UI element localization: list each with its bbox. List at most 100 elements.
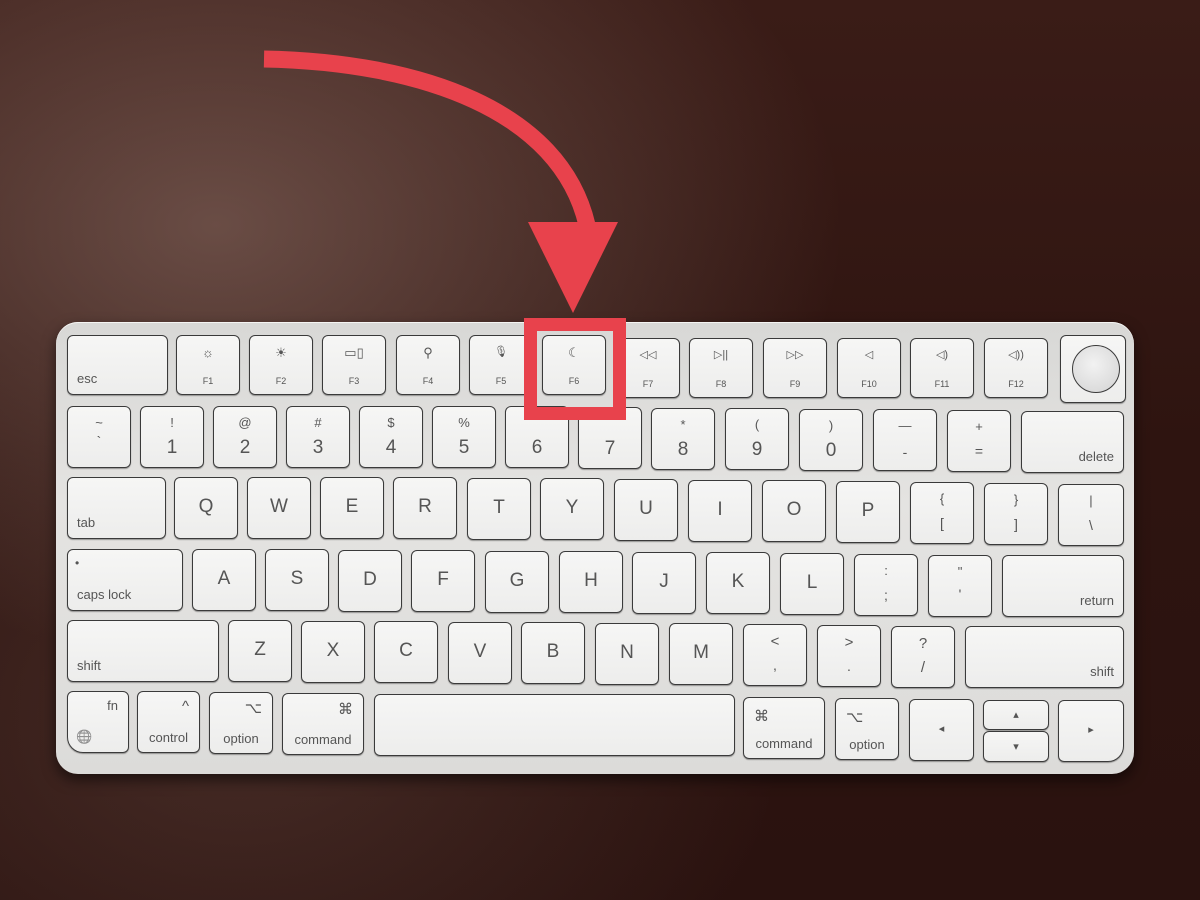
key-esc[interactable]: esc (67, 335, 168, 395)
key-o[interactable]: O (762, 480, 826, 542)
key-equals[interactable]: + = (947, 410, 1011, 472)
key-shift-left[interactable]: shift (67, 620, 219, 682)
fast-forward-icon: ▷▷ (786, 349, 804, 361)
key-j[interactable]: J (632, 552, 696, 614)
moon-icon: ☾ (568, 345, 580, 360)
key-label: F9 (789, 379, 801, 389)
globe-icon: 🌐 (76, 729, 93, 744)
key-delete[interactable]: delete (1021, 411, 1124, 473)
key-i[interactable]: I (688, 480, 752, 542)
key-char: [ (940, 515, 944, 531)
key-shift-char: < (770, 633, 780, 650)
key-3[interactable]: # 3 (286, 406, 350, 468)
key-arrow-down[interactable]: ▾ (983, 731, 1049, 762)
key-command-left[interactable]: ⌘ command (282, 693, 364, 755)
key-arrow-left[interactable]: ◂ (909, 699, 974, 761)
key-6[interactable]: 6 (505, 406, 569, 468)
key-f6[interactable]: ☾ F6 (542, 335, 606, 395)
key-comma[interactable]: < , (743, 624, 807, 686)
key-f10[interactable]: ◁ F10 (837, 338, 901, 398)
key-y[interactable]: Y (540, 478, 604, 540)
key-8[interactable]: * 8 (651, 408, 715, 470)
key-return[interactable]: return (1002, 555, 1124, 617)
key-f2[interactable]: ☀ F2 (249, 335, 313, 395)
touch-id-sensor[interactable] (1072, 345, 1120, 393)
key-char: ' (958, 586, 962, 602)
key-f12[interactable]: ◁)) F12 (984, 338, 1048, 398)
key-9[interactable]: ( 9 (725, 408, 789, 470)
key-w[interactable]: W (247, 477, 311, 539)
key-quote[interactable]: " ' (928, 555, 992, 617)
key-k[interactable]: K (706, 552, 770, 614)
key-char: U (639, 498, 653, 519)
key-0[interactable]: ) 0 (799, 409, 863, 471)
key-fn[interactable]: fn 🌐 (67, 691, 129, 753)
key-f[interactable]: F (411, 550, 475, 612)
key-b[interactable]: B (521, 622, 585, 684)
key-char: G (509, 570, 525, 591)
key-f3[interactable]: ▭▯ F3 (322, 335, 386, 395)
key-arrow-right[interactable]: ▸ (1058, 700, 1124, 762)
key-m[interactable]: M (669, 623, 733, 685)
key-f7[interactable]: ◁◁ F7 (616, 338, 680, 398)
key-slash[interactable]: ? / (891, 626, 955, 688)
key-f1[interactable]: ☼ F1 (176, 335, 240, 395)
key-label: fn (107, 698, 118, 713)
key-period[interactable]: > . (817, 625, 881, 687)
key-backslash[interactable]: | \ (1058, 484, 1124, 546)
brightness-up-icon: ☀ (275, 345, 287, 360)
key-label: delete (1078, 449, 1114, 464)
key-option-right[interactable]: ⌥ option (835, 698, 899, 760)
key-2[interactable]: @ 2 (213, 406, 277, 468)
key-f9[interactable]: ▷▷ F9 (763, 338, 827, 398)
key-n[interactable]: N (595, 623, 659, 685)
key-r[interactable]: R (393, 477, 457, 539)
key-q[interactable]: Q (174, 477, 238, 539)
key-f11[interactable]: ◁) F11 (910, 338, 974, 398)
key-right-bracket[interactable]: } ] (984, 483, 1048, 545)
key-grave[interactable]: ~ ` (67, 406, 131, 468)
key-c[interactable]: C (374, 621, 438, 683)
key-left-bracket[interactable]: { [ (910, 482, 974, 544)
arrow-right-icon: ▸ (1088, 724, 1094, 736)
key-l[interactable]: L (780, 553, 844, 615)
key-label: F11 (934, 379, 950, 389)
key-semicolon[interactable]: : ; (854, 554, 918, 616)
key-tab[interactable]: tab (67, 477, 166, 539)
key-option-left[interactable]: ⌥ option (209, 692, 273, 754)
key-char: F (437, 569, 449, 590)
key-char: S (290, 568, 304, 589)
volume-down-icon: ◁) (935, 349, 949, 361)
key-s[interactable]: S (265, 549, 329, 611)
key-f5[interactable]: 🎙 F5 (469, 335, 533, 395)
key-p[interactable]: P (836, 481, 900, 543)
key-space[interactable] (374, 694, 735, 756)
key-x[interactable]: X (301, 621, 365, 683)
key-z[interactable]: Z (228, 620, 292, 682)
key-a[interactable]: A (192, 549, 256, 611)
key-minus[interactable]: — - (873, 409, 937, 471)
key-7[interactable]: 7 (578, 407, 642, 469)
key-char: 2 (239, 437, 251, 458)
arrow-left-icon: ◂ (938, 723, 945, 735)
key-caps-lock[interactable]: • caps lock (67, 549, 183, 611)
key-1[interactable]: ! 1 (140, 406, 204, 468)
key-u[interactable]: U (614, 479, 678, 541)
key-h[interactable]: H (559, 551, 623, 613)
key-t[interactable]: T (467, 478, 531, 540)
key-4[interactable]: $ 4 (359, 406, 423, 468)
arrow-head (528, 222, 618, 313)
key-g[interactable]: G (485, 551, 549, 613)
key-d[interactable]: D (338, 550, 402, 612)
key-e[interactable]: E (320, 477, 384, 539)
key-v[interactable]: V (448, 622, 512, 684)
key-label: esc (77, 371, 98, 386)
key-arrow-up[interactable]: ▴ (983, 700, 1049, 730)
key-control[interactable]: ^ control (137, 691, 200, 753)
key-5[interactable]: % 5 (432, 406, 496, 468)
key-f4[interactable]: ⚲ F4 (396, 335, 460, 395)
key-shift-right[interactable]: shift (965, 626, 1124, 688)
key-command-right[interactable]: ⌘ command (743, 697, 825, 759)
key-f8[interactable]: ▷|| F8 (689, 338, 753, 398)
play-pause-icon: ▷|| (713, 349, 729, 361)
